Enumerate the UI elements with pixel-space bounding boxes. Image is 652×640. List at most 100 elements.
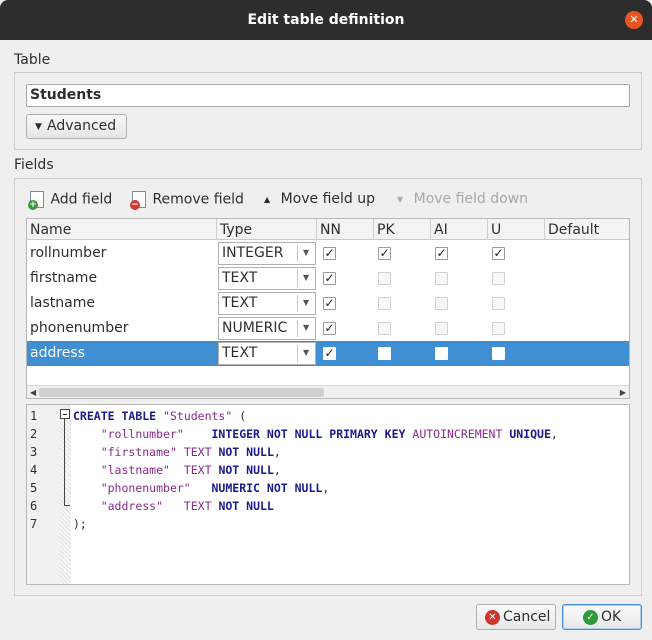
column-header-default[interactable]: Default [545, 219, 629, 240]
field-name-cell[interactable]: firstname [27, 266, 217, 291]
add-field-button[interactable]: + Add field [28, 191, 113, 211]
fold-margin [59, 405, 71, 584]
field-name-cell[interactable]: address [27, 341, 217, 366]
chevron-down-icon[interactable]: ▼ [303, 348, 309, 357]
nn-checkbox[interactable]: ✓ [323, 347, 336, 360]
sql-preview-editor[interactable]: 1 CREATE TABLE "Students" (2 "rollnumber"… [26, 404, 630, 585]
nn-checkbox[interactable]: ✓ [323, 297, 336, 310]
field-type-value: TEXT [222, 345, 258, 361]
ai-checkbox[interactable] [435, 297, 448, 310]
advanced-button[interactable]: ▼ Advanced [26, 114, 127, 139]
ok-button[interactable]: ✓ OK [562, 604, 642, 630]
ok-check-icon: ✓ [583, 610, 598, 625]
ai-checkbox[interactable] [435, 347, 448, 360]
cancel-button[interactable]: ✕ Cancel [476, 604, 556, 630]
fold-toggle-icon[interactable] [60, 409, 70, 419]
combo-separator [297, 320, 298, 337]
cancel-icon: ✕ [485, 610, 500, 625]
ai-checkbox[interactable] [435, 272, 448, 285]
close-icon[interactable]: ✕ [625, 11, 643, 29]
remove-document-icon: − [130, 191, 146, 210]
field-type-select[interactable]: TEXT ▼ [218, 292, 316, 315]
pk-checkbox[interactable] [378, 347, 391, 360]
chevron-down-icon[interactable]: ▼ [303, 248, 309, 257]
scrollbar-thumb[interactable] [39, 388, 324, 397]
window-title: Edit table definition [247, 12, 405, 28]
field-name-cell[interactable]: phonenumber [27, 316, 217, 341]
remove-field-label: Remove field [152, 191, 244, 208]
add-field-label: Add field [50, 191, 113, 208]
fold-line-end [64, 505, 70, 506]
move-up-label: Move field up [280, 191, 376, 207]
chevron-down-icon[interactable]: ▼ [303, 323, 309, 332]
nn-checkbox[interactable]: ✓ [323, 272, 336, 285]
pk-checkbox[interactable] [378, 322, 391, 335]
field-type-select[interactable]: TEXT ▼ [218, 267, 316, 290]
table-row[interactable]: lastname TEXT ▼ ✓ [27, 291, 629, 316]
column-header-u[interactable]: U [488, 219, 545, 240]
u-checkbox[interactable] [492, 297, 505, 310]
column-header-nn[interactable]: NN [317, 219, 374, 240]
chevron-down-icon[interactable]: ▼ [303, 298, 309, 307]
pk-checkbox[interactable] [378, 272, 391, 285]
pk-checkbox[interactable] [378, 297, 391, 310]
column-header-pk[interactable]: PK [374, 219, 431, 240]
nn-checkbox[interactable]: ✓ [323, 322, 336, 335]
scroll-right-icon[interactable]: ▶ [620, 386, 626, 398]
line-number: 4 [30, 463, 38, 477]
combo-separator [297, 245, 298, 262]
code-line: "firstname" TEXT NOT NULL, [100, 445, 281, 459]
u-checkbox[interactable] [492, 347, 505, 360]
u-checkbox[interactable] [492, 272, 505, 285]
remove-field-button[interactable]: − Remove field [130, 191, 244, 211]
ai-checkbox[interactable]: ✓ [435, 247, 448, 260]
ok-button-label: OK [601, 609, 622, 625]
code-line: "address" TEXT NOT NULL [100, 499, 274, 513]
pk-checkbox[interactable]: ✓ [378, 247, 391, 260]
add-document-icon: + [28, 191, 44, 210]
field-type-value: TEXT [222, 270, 258, 286]
move-field-down-button[interactable]: ▼ Move field down [397, 191, 528, 211]
arrow-down-icon: ▼ [397, 194, 404, 204]
move-field-up-button[interactable]: ▲ Move field up [264, 191, 375, 211]
cancel-button-label: Cancel [503, 609, 551, 625]
column-header-type[interactable]: Type [217, 219, 317, 240]
table-row[interactable]: firstname TEXT ▼ ✓ [27, 266, 629, 291]
code-line: CREATE TABLE "Students" ( [73, 409, 247, 423]
advanced-button-label: Advanced [47, 118, 117, 134]
field-name-cell[interactable]: lastname [27, 291, 217, 316]
line-number: 3 [30, 445, 38, 459]
field-type-select[interactable]: INTEGER ▼ [218, 242, 316, 265]
title-bar: Edit table definition ✕ [0, 0, 652, 40]
field-type-value: NUMERIC [222, 320, 288, 336]
line-number: 5 [30, 481, 38, 495]
fields-table-header: Name Type NN PK AI U Default [27, 219, 629, 240]
code-line: "rollnumber" INTEGER NOT NULL PRIMARY KE… [100, 427, 558, 441]
horizontal-scrollbar[interactable]: ◀ ▶ [27, 385, 629, 398]
line-number: 6 [30, 499, 38, 513]
column-header-name[interactable]: Name [27, 219, 217, 240]
column-header-ai[interactable]: AI [431, 219, 488, 240]
code-line: ); [73, 517, 87, 531]
table-row[interactable]: rollnumber INTEGER ▼ ✓ ✓ ✓ ✓ [27, 241, 629, 266]
code-line: "lastname" TEXT NOT NULL, [100, 463, 281, 477]
table-row[interactable]: address TEXT ▼ ✓ [27, 341, 629, 366]
field-type-select[interactable]: TEXT ▼ [218, 342, 316, 365]
u-checkbox[interactable] [492, 322, 505, 335]
table-row[interactable]: phonenumber NUMERIC ▼ ✓ [27, 316, 629, 341]
u-checkbox[interactable]: ✓ [492, 247, 505, 260]
move-down-label: Move field down [413, 191, 529, 207]
fields-section-label: Fields [14, 157, 54, 173]
combo-separator [297, 295, 298, 312]
field-name-cell[interactable]: rollnumber [27, 241, 217, 266]
field-type-value: TEXT [222, 295, 258, 311]
table-name-input[interactable]: Students [26, 84, 630, 107]
fields-table[interactable]: Name Type NN PK AI U Default rollnumber I… [26, 218, 630, 399]
combo-separator [297, 345, 298, 362]
ai-checkbox[interactable] [435, 322, 448, 335]
scroll-left-icon[interactable]: ◀ [30, 386, 36, 398]
chevron-down-icon[interactable]: ▼ [303, 273, 309, 282]
field-type-select[interactable]: NUMERIC ▼ [218, 317, 316, 340]
line-number: 1 [30, 409, 38, 423]
nn-checkbox[interactable]: ✓ [323, 247, 336, 260]
